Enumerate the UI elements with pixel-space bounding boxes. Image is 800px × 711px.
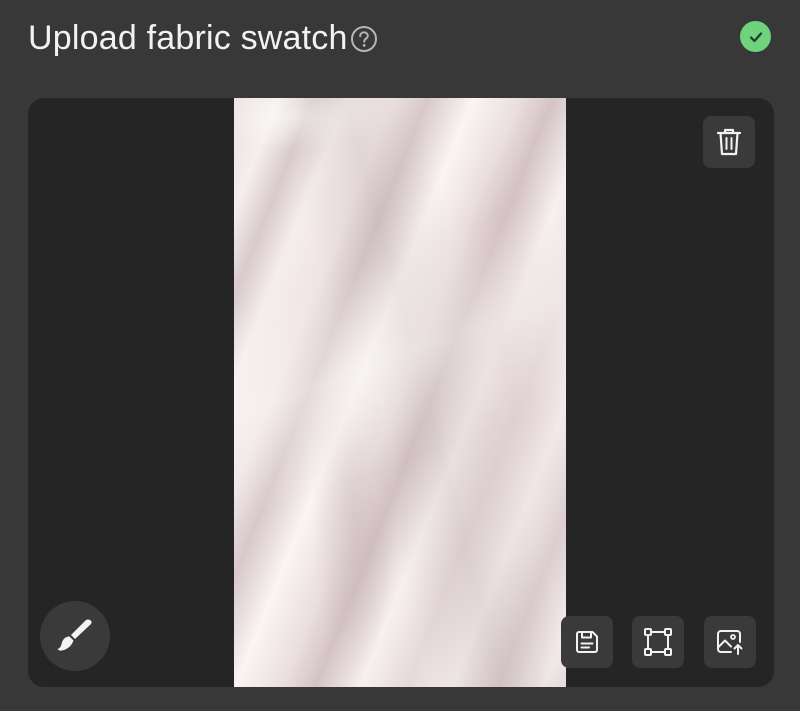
fabric-swatch-image	[234, 98, 566, 687]
paintbrush-icon	[55, 617, 95, 655]
image-preview	[28, 98, 774, 687]
replace-image-button[interactable]	[704, 616, 756, 668]
page-title: Upload fabric swatch	[28, 19, 348, 57]
image-upload-icon	[715, 627, 745, 657]
header: Upload fabric swatch	[28, 14, 378, 62]
check-circle-icon	[740, 21, 771, 52]
crop-button[interactable]	[632, 616, 684, 668]
question-circle-icon[interactable]	[350, 25, 378, 53]
brush-button[interactable]	[40, 601, 110, 671]
crop-frame-icon	[643, 627, 673, 657]
save-icon	[573, 628, 601, 656]
trash-icon	[716, 127, 742, 157]
save-button[interactable]	[561, 616, 613, 668]
upload-panel: Upload fabric swatch	[0, 0, 800, 711]
delete-button[interactable]	[703, 116, 755, 168]
